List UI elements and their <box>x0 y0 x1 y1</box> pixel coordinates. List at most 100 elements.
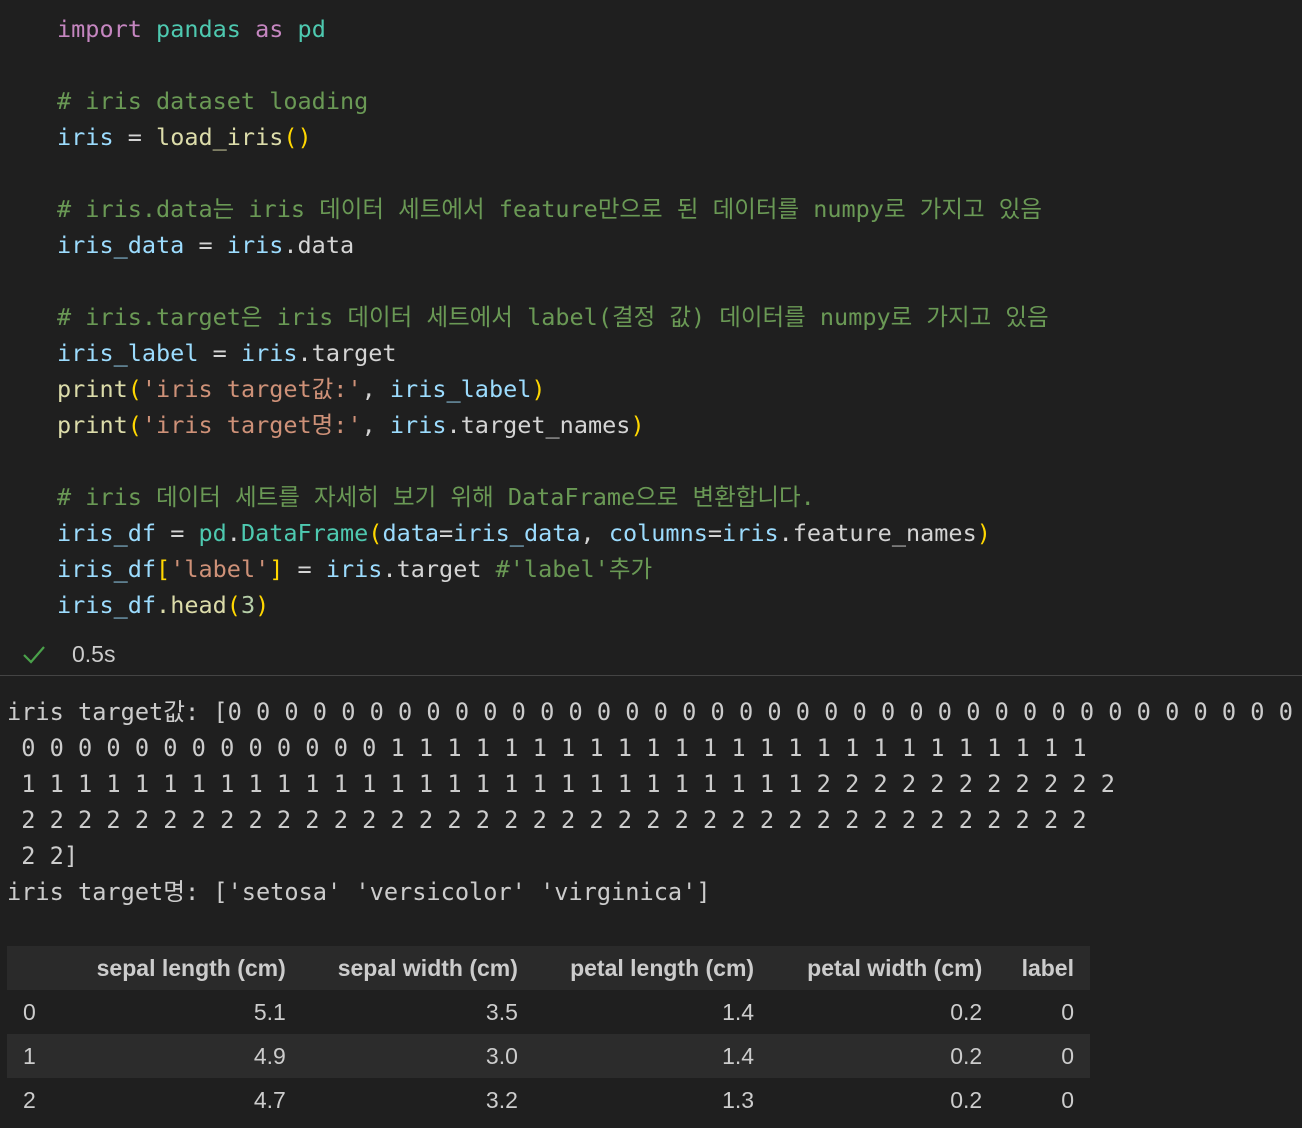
table-cell: 0.2 <box>770 1034 999 1078</box>
token: = <box>156 519 199 547</box>
table-cell: 0.2 <box>950 1086 983 1113</box>
row-index: 0 <box>23 998 36 1025</box>
row-index: 1 <box>7 1034 61 1078</box>
table-cell: 3.2 <box>485 1086 518 1113</box>
token: data <box>382 519 440 547</box>
token: 'iris target값:' <box>141 375 362 403</box>
token: = <box>283 555 326 583</box>
token: .target <box>382 555 496 583</box>
table-cell: 1.4 <box>533 1034 771 1078</box>
token: 3 <box>240 591 256 619</box>
keyword-import: import <box>57 15 142 43</box>
code-line-12: iris_df['label'] = iris.target #'label'추… <box>57 551 652 587</box>
token: iris_data <box>453 519 581 547</box>
token: print <box>57 375 128 403</box>
token: iris_label <box>389 375 532 403</box>
token: = <box>198 339 241 367</box>
table-row: 0 5.1 3.5 1.4 0.2 0 <box>7 990 1090 1034</box>
code-line-3: iris = load_iris() <box>57 119 312 155</box>
column-header <box>7 946 61 990</box>
token: .head <box>156 591 227 619</box>
token: .data <box>283 231 355 259</box>
token: .target <box>297 339 397 367</box>
table-cell: 3.5 <box>485 998 518 1025</box>
code-line-1: import pandas as pd <box>57 11 326 47</box>
table-cell: 4.9 <box>60 1034 302 1078</box>
token: print <box>57 411 128 439</box>
token: .feature_names <box>778 519 977 547</box>
token: () <box>283 123 312 151</box>
token: columns <box>608 519 708 547</box>
token: iris <box>226 231 284 259</box>
token: ) <box>976 519 991 547</box>
token: iris_df <box>57 519 157 547</box>
table-cell: 0 <box>998 1034 1090 1078</box>
execution-time: 0.5s <box>72 641 116 667</box>
token: , <box>580 519 609 547</box>
token: ) <box>531 375 546 403</box>
token: pd <box>198 519 227 547</box>
token: iris_data <box>57 231 185 259</box>
execution-status: 0.5s <box>0 636 400 672</box>
column-header: petal width (cm) <box>770 946 999 990</box>
token: , <box>361 375 390 403</box>
token: ] <box>269 555 284 583</box>
dataframe-table: sepal length (cm) sepal width (cm) petal… <box>7 946 1090 1122</box>
token: = <box>113 123 157 151</box>
code-line-7: iris_label = iris.target <box>57 335 397 371</box>
keyword-as: as <box>255 15 284 43</box>
output-line: 1 1 1 1 1 1 1 1 1 1 1 1 1 1 1 1 1 1 1 1 … <box>7 770 1115 798</box>
token: iris <box>325 555 383 583</box>
token: iris_df <box>57 591 157 619</box>
token: = <box>184 231 227 259</box>
token: 'label' <box>170 555 270 583</box>
table-cell: 5.1 <box>253 998 286 1025</box>
row-index: 2 <box>23 1086 36 1113</box>
token: iris <box>389 411 447 439</box>
table-cell: 1.4 <box>722 998 755 1025</box>
alias-pd: pd <box>297 15 326 43</box>
table-row: 2 4.7 3.2 1.3 0.2 0 <box>7 1078 1090 1122</box>
token: ( <box>127 375 142 403</box>
code-comment-4: # iris.data는 iris 데이터 세트에서 feature만으로 된 … <box>57 195 1042 223</box>
token: = <box>707 519 723 547</box>
token: ( <box>127 411 142 439</box>
output-line: iris target값: [0 0 0 0 0 0 0 0 0 0 0 0 0… <box>7 698 1302 726</box>
token: ) <box>630 411 645 439</box>
token: iris <box>57 123 114 151</box>
token: iris <box>722 519 779 547</box>
token: iris_label <box>57 339 199 367</box>
token: ( <box>368 519 383 547</box>
code-line-5: iris_data = iris.data <box>57 227 354 263</box>
token: iris_df <box>57 555 157 583</box>
code-comment-2: # iris dataset loading <box>57 87 369 115</box>
module-pandas: pandas <box>156 15 241 43</box>
token: DataFrame <box>240 519 369 547</box>
table-cell: 0 <box>1061 1086 1074 1113</box>
column-header: petal length (cm) <box>533 946 771 990</box>
token: #'label'추가 <box>495 555 653 583</box>
token: ( <box>226 591 241 619</box>
token: 'iris target명:' <box>141 411 362 439</box>
column-header: sepal width (cm) <box>301 946 534 990</box>
token: . <box>226 519 241 547</box>
table-cell: 4.7 <box>253 1086 286 1113</box>
table-cell: 3.0 <box>301 1034 534 1078</box>
output-line: 0 0 0 0 0 0 0 0 0 0 0 0 0 1 1 1 1 1 1 1 … <box>7 734 1087 762</box>
token: .target_names <box>446 411 631 439</box>
code-comment-6: # iris.target은 iris 데이터 세트에서 label(결정 값)… <box>57 303 1049 331</box>
code-cell[interactable]: import pandas as pd # iris dataset loadi… <box>0 0 1302 675</box>
output-line: 2 2 2 2 2 2 2 2 2 2 2 2 2 2 2 2 2 2 2 2 … <box>7 806 1087 834</box>
code-line-8: print('iris target값:', iris_label) <box>57 371 546 407</box>
token: ) <box>255 591 270 619</box>
code-line-9: print('iris target명:', iris.target_names… <box>57 407 645 443</box>
code-line-11: iris_df = pd.DataFrame(data = iris_data, c… <box>57 515 991 551</box>
table-cell: 0 <box>1061 998 1074 1025</box>
token: , <box>361 411 390 439</box>
output-line: 2 2] <box>7 842 79 870</box>
table-cell: 1.3 <box>722 1086 755 1113</box>
check-icon <box>23 646 45 664</box>
table-row: 1 4.9 3.0 1.4 0.2 0 <box>7 1034 1090 1078</box>
token: iris <box>240 339 298 367</box>
output-line: iris target명: ['setosa' 'versicolor' 'vi… <box>7 878 711 906</box>
